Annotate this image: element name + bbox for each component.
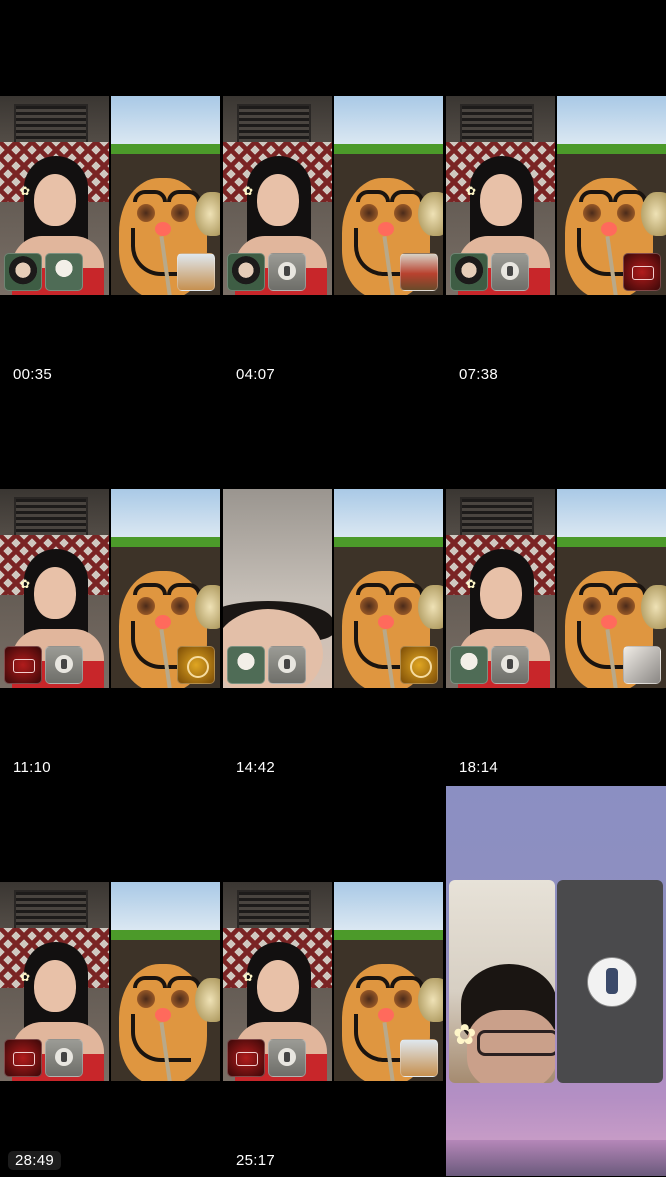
participant-thumbnail xyxy=(400,1039,438,1077)
flower-icon: ✿ xyxy=(20,577,31,591)
selfie-preview: ✿ xyxy=(449,880,555,1083)
participant-thumbnail xyxy=(4,646,42,684)
right-camera-view xyxy=(111,882,220,1081)
participant-thumbnail xyxy=(491,646,529,684)
video-frame: ✿ xyxy=(446,489,666,688)
participant-thumbnail xyxy=(268,646,306,684)
video-tile-7[interactable]: ✿21:46 xyxy=(0,786,220,1177)
video-frame: ✿ xyxy=(0,489,220,688)
video-tile-6[interactable]: ✿ 18:14 xyxy=(446,393,666,784)
participant-thumbnail xyxy=(227,646,265,684)
video-tile-4[interactable]: ✿ 11:10 xyxy=(0,393,220,784)
video-tile-9[interactable]: ✿ xyxy=(446,786,666,1176)
flower-icon: ✿ xyxy=(466,577,477,591)
video-frame: ✿ xyxy=(223,96,443,295)
video-frame xyxy=(223,489,443,688)
flower-icon: ✿ xyxy=(243,970,254,984)
participant-thumbnail xyxy=(400,646,438,684)
participant-thumbnail xyxy=(623,253,661,291)
participant-thumbnail xyxy=(4,1039,42,1077)
participant-thumbnail xyxy=(450,646,488,684)
participant-thumbnail xyxy=(227,253,265,291)
participant-thumbnail xyxy=(45,646,83,684)
video-thumbnail-grid: ✿ 00:35 ✿ 04:07 ✿ 07:38 ✿ 11:10 14:42 ✿ 18:14… xyxy=(0,0,666,1177)
video-frame: ✿ xyxy=(0,882,220,1081)
flower-icon: ✿ xyxy=(20,970,31,984)
avatar-icon xyxy=(587,957,637,1007)
flower-icon: ✿ xyxy=(20,184,31,198)
participant-thumbnail xyxy=(45,253,83,291)
video-timestamp: 14:42 xyxy=(236,759,276,776)
video-frame: ✿ xyxy=(223,882,443,1081)
participant-thumbnail xyxy=(227,1039,265,1077)
flower-icon: ✿ xyxy=(243,184,254,198)
video-tile-2[interactable]: ✿ 04:07 xyxy=(223,0,443,391)
video-timestamp: 18:14 xyxy=(459,759,499,776)
video-frame: ✿ xyxy=(446,96,666,295)
video-timestamp: 07:38 xyxy=(459,366,499,383)
video-tile-3[interactable]: ✿ 07:38 xyxy=(446,0,666,391)
flower-icon: ✿ xyxy=(466,184,477,198)
glasses xyxy=(477,1030,555,1056)
video-tile-1[interactable]: ✿ 00:35 xyxy=(0,0,220,391)
video-timestamp-9: 28:49 xyxy=(8,1151,62,1170)
video-tile-5[interactable]: 14:42 xyxy=(223,393,443,784)
participant-thumbnail xyxy=(623,646,661,684)
video-tile-8[interactable]: ✿ 25:17 xyxy=(223,786,443,1177)
video-timestamp: 11:10 xyxy=(13,759,51,776)
video-timestamp: 04:07 xyxy=(236,366,276,383)
participant-thumbnail xyxy=(268,253,306,291)
participant-thumbnail xyxy=(4,253,42,291)
participant-thumbnail xyxy=(177,253,215,291)
participant-panel xyxy=(557,880,663,1083)
participant-thumbnail xyxy=(177,646,215,684)
participant-thumbnail xyxy=(268,1039,306,1077)
participant-thumbnail xyxy=(450,253,488,291)
video-frame: ✿ xyxy=(0,96,220,295)
video-timestamp: 25:17 xyxy=(236,1152,276,1169)
video-timestamp: 00:35 xyxy=(13,366,53,383)
participant-thumbnail xyxy=(491,253,529,291)
potato-character xyxy=(119,964,207,1081)
participant-thumbnail xyxy=(45,1039,83,1077)
flower-icon: ✿ xyxy=(453,1019,477,1050)
participant-thumbnail xyxy=(400,253,438,291)
